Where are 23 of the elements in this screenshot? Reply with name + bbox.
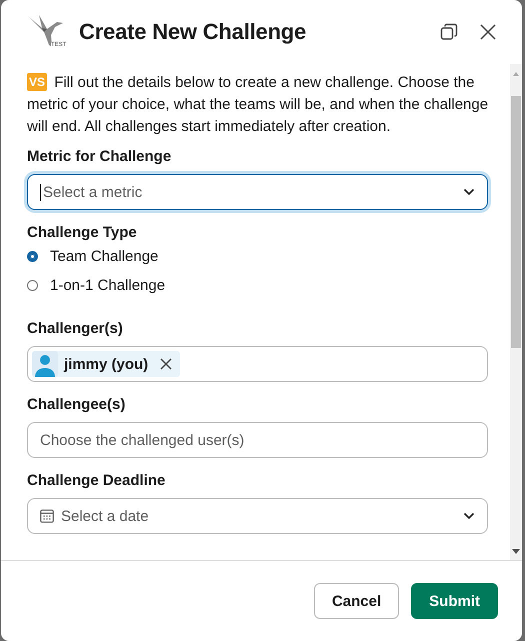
field-label: Challenge Type — [27, 224, 138, 241]
field-label: Challenger(s) — [27, 320, 124, 337]
user-name: jimmy (you) — [64, 356, 148, 372]
user-field[interactable]: jimmy (you) — [27, 346, 488, 382]
scrollbar[interactable] — [510, 64, 522, 560]
field-label: Challenge Deadline — [27, 472, 166, 489]
modal-title: Create New Challenge — [79, 19, 308, 45]
chevron-down-icon — [463, 188, 475, 196]
radio-option[interactable]: Team Challenge — [27, 248, 498, 265]
date-select[interactable]: Select a date — [27, 498, 488, 534]
field-label: Challengee(s) — [27, 396, 126, 413]
field-label: Metric for Challenge — [27, 148, 172, 165]
placeholder: Choose the challenged user(s) — [39, 432, 246, 448]
chevron-down-icon — [463, 512, 475, 520]
cancel-button[interactable]: Cancel — [314, 583, 400, 619]
metric-select[interactable]: Select a metric — [27, 174, 488, 210]
radio-option[interactable]: 1-on-1 Challenge — [27, 277, 498, 294]
user-field[interactable]: Choose the challenged user(s) — [27, 422, 488, 458]
calendar-icon — [40, 509, 54, 523]
avatar-icon — [32, 351, 58, 377]
vs-badge: VS — [27, 73, 48, 91]
intro-text: VS Fill out the details below to create a new challenge. Choose the metric of your choice, what the teams will be, and when the challenge will end. All challenges start immediately after creation. — [27, 72, 490, 137]
submit-button[interactable]: Submit — [411, 583, 498, 619]
